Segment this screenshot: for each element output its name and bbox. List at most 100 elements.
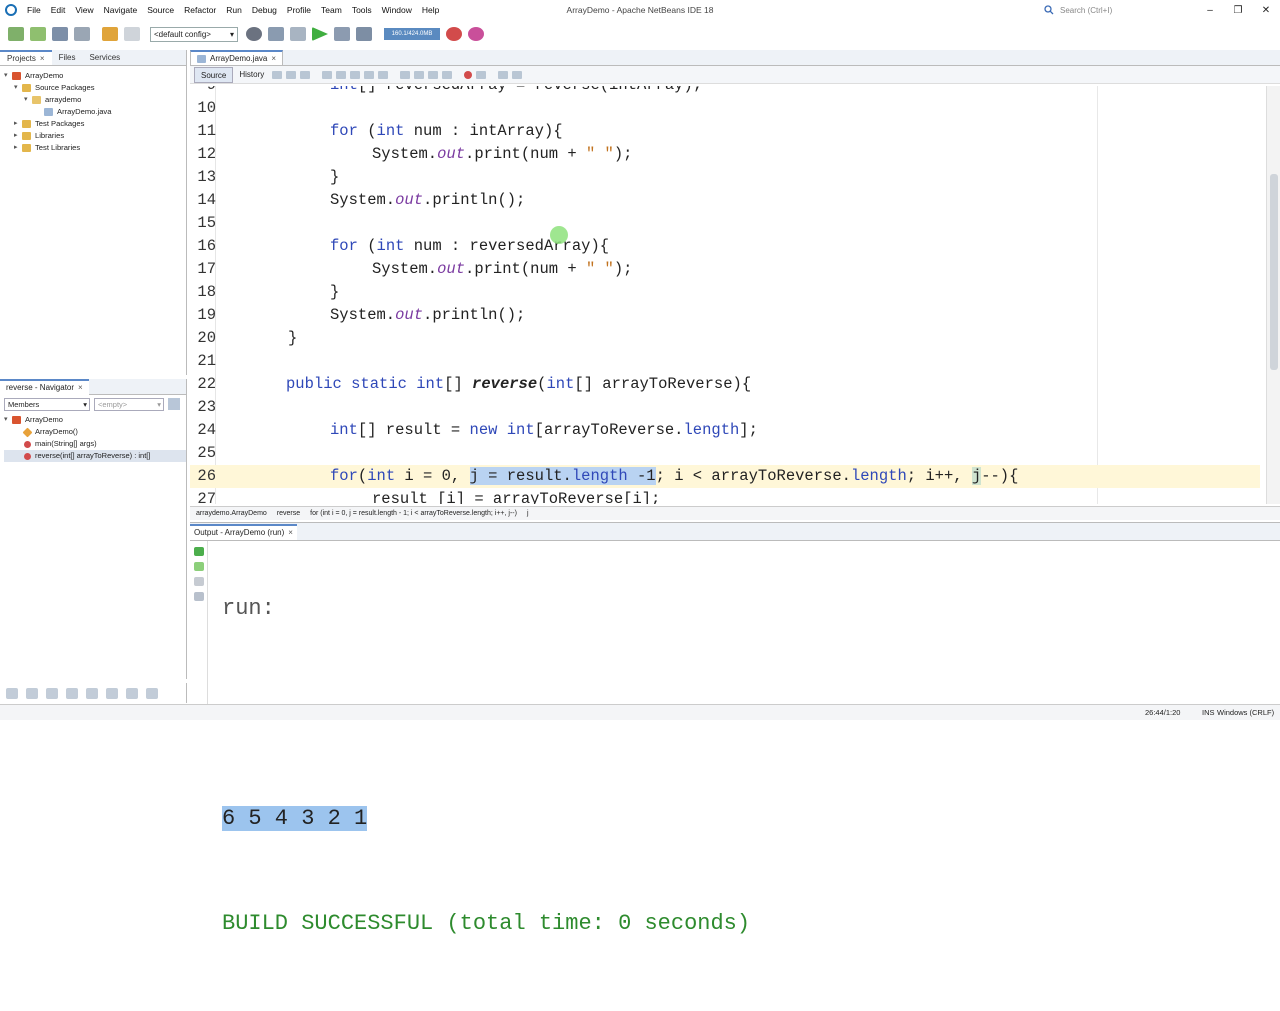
clean-build-icon[interactable] [290, 27, 306, 41]
tree-item-test-libraries[interactable]: ▸ Test Libraries [4, 142, 186, 154]
breadcrumb-class[interactable]: arraydemo.ArrayDemo [196, 510, 267, 517]
find-prev-icon[interactable] [336, 70, 347, 79]
nav-item-reverse[interactable]: reverse(int[] arrayToReverse) : int[] [4, 450, 186, 462]
run-icon[interactable] [312, 27, 328, 41]
members-dropdown[interactable]: Members [4, 398, 90, 411]
breadcrumb-method[interactable]: reverse [277, 510, 300, 517]
filter-dropdown[interactable]: <empty> [94, 398, 164, 411]
menu-file[interactable]: File [22, 5, 46, 15]
close-tab-icon[interactable]: × [288, 528, 293, 537]
tab-files[interactable]: Files [52, 50, 83, 65]
output-build-status: BUILD SUCCESSFUL (total time: 0 seconds) [222, 911, 751, 936]
open-project-icon[interactable] [52, 27, 68, 41]
new-file-icon[interactable] [8, 27, 24, 41]
code-line: 9int[] reversedArray = reverse(intArray)… [190, 86, 1260, 97]
menu-run[interactable]: Run [221, 5, 247, 15]
tool-icon[interactable] [86, 687, 98, 699]
output-settings-icon[interactable] [194, 592, 204, 601]
forward-icon[interactable] [286, 70, 297, 79]
debug-icon[interactable] [334, 27, 350, 41]
tool-icon[interactable] [126, 687, 138, 699]
editor-scrollbar[interactable] [1266, 86, 1280, 504]
nav-item-class[interactable]: ▾ ArrayDemo [4, 414, 186, 426]
tree-item-package[interactable]: ▾ arraydemo [4, 94, 186, 106]
toggle-highlight-icon[interactable] [364, 70, 375, 79]
menu-team[interactable]: Team [316, 5, 347, 15]
shift-left-icon[interactable] [428, 70, 439, 79]
menu-help[interactable]: Help [417, 5, 444, 15]
nav-item-constructor[interactable]: ArrayDemo() [4, 426, 186, 438]
maximize-icon[interactable]: ❐ [1224, 0, 1252, 20]
menu-navigate[interactable]: Navigate [99, 5, 143, 15]
tab-arraydemo-java[interactable]: ArrayDemo.java × [190, 50, 284, 65]
tab-projects[interactable]: Projects × [0, 50, 52, 65]
close-tab-icon[interactable]: × [40, 54, 45, 63]
tree-item-libraries[interactable]: ▸ Libraries [4, 130, 186, 142]
config-dropdown[interactable]: <default config> [150, 26, 238, 42]
menu-tools[interactable]: Tools [347, 5, 377, 15]
bookmark-icon[interactable] [378, 70, 389, 79]
menu-edit[interactable]: Edit [46, 5, 71, 15]
navigator-options-icon[interactable] [168, 398, 180, 410]
source-view-button[interactable]: Source [194, 66, 234, 83]
find-next-icon[interactable] [350, 70, 361, 79]
tab-output[interactable]: Output - ArrayDemo (run) × [190, 524, 297, 540]
tab-navigator[interactable]: reverse - Navigator × [0, 378, 89, 395]
profiler-snapshot-icon[interactable] [468, 27, 484, 41]
redo-icon[interactable] [124, 27, 140, 41]
next-bookmark-icon[interactable] [414, 70, 425, 79]
nav-item-main[interactable]: main(String[] args) [4, 438, 186, 450]
comment-icon[interactable] [498, 70, 509, 79]
last-edit-icon[interactable] [300, 70, 311, 79]
code-area[interactable]: 9int[] reversedArray = reverse(intArray)… [190, 86, 1260, 504]
stop-icon[interactable] [194, 577, 204, 586]
menu-refactor[interactable]: Refactor [179, 5, 221, 15]
rerun-with-params-icon[interactable] [194, 562, 204, 571]
back-icon[interactable] [272, 70, 283, 79]
build-icon[interactable] [268, 27, 284, 41]
gc-icon[interactable] [446, 27, 462, 41]
tree-item-project[interactable]: ▾ ArrayDemo [4, 70, 186, 82]
tool-icon[interactable] [6, 687, 18, 699]
rerun-icon[interactable] [194, 547, 204, 556]
minimize-icon[interactable]: – [1196, 0, 1224, 20]
tree-item-source-packages[interactable]: ▾ Source Packages [4, 82, 186, 94]
undo-icon[interactable] [102, 27, 118, 41]
history-view-button[interactable]: History [233, 67, 270, 83]
close-tab-icon[interactable]: × [78, 383, 83, 392]
breadcrumb: arraydemo.ArrayDemo reverse for (int i =… [190, 506, 1280, 520]
tab-services[interactable]: Services [82, 50, 127, 65]
new-project-icon[interactable] [30, 27, 46, 41]
breadcrumb-var[interactable]: j [527, 510, 529, 517]
profile-icon[interactable] [356, 27, 372, 41]
tool-icon[interactable] [26, 687, 38, 699]
tool-icon[interactable] [106, 687, 118, 699]
shift-right-icon[interactable] [442, 70, 453, 79]
breadcrumb-for[interactable]: for (int i = 0, j = result.length - 1; i… [310, 510, 517, 517]
prev-bookmark-icon[interactable] [400, 70, 411, 79]
stop-macro-icon[interactable] [476, 70, 487, 79]
menu-profile[interactable]: Profile [282, 5, 316, 15]
projects-panel: Projects × Files Services ▾ ArrayDemo ▾ Sou… [0, 50, 187, 375]
menu-view[interactable]: View [70, 5, 98, 15]
navigator-panel: reverse - Navigator× Members <empty> ▾Ar… [0, 378, 187, 679]
close-icon[interactable]: ✕ [1252, 0, 1280, 20]
menu-debug[interactable]: Debug [247, 5, 282, 15]
find-icon[interactable] [322, 70, 333, 79]
menu-window[interactable]: Window [377, 5, 417, 15]
tool-icon[interactable] [146, 687, 158, 699]
tool-icon[interactable] [46, 687, 58, 699]
menu-source[interactable]: Source [142, 5, 179, 15]
close-tab-icon[interactable]: × [271, 53, 276, 65]
scrollbar-thumb[interactable] [1270, 174, 1278, 370]
globe-icon[interactable] [246, 27, 262, 41]
record-macro-icon[interactable] [464, 70, 473, 79]
save-all-icon[interactable] [74, 27, 90, 41]
memory-indicator[interactable]: 160.1/424.0MB [384, 28, 440, 40]
tool-icon[interactable] [66, 687, 78, 699]
tree-item-java-file[interactable]: ArrayDemo.java [4, 106, 186, 118]
title-bar: File Edit View Navigate Source Refactor … [0, 0, 1280, 20]
search-box[interactable]: Search (Ctrl+I) [1044, 3, 1189, 17]
tree-item-test-packages[interactable]: ▸ Test Packages [4, 118, 186, 130]
uncomment-icon[interactable] [512, 70, 523, 79]
